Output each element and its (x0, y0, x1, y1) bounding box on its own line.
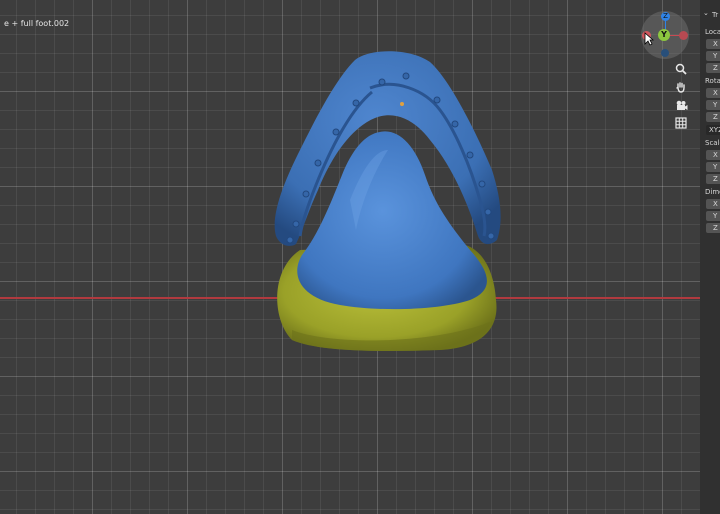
rotation-z-field[interactable]: Z (706, 112, 720, 122)
camera-icon[interactable] (673, 97, 689, 113)
3d-viewport[interactable]: e + full foot.002 (0, 0, 700, 514)
rotation-x-field[interactable]: X (706, 88, 720, 98)
dimensions-y-field[interactable]: Y (706, 211, 720, 221)
location-x-field[interactable]: X (706, 39, 720, 49)
scale-y-field[interactable]: Y (706, 162, 720, 172)
panel-title: Tr (712, 11, 719, 19)
negative-z-axis-icon[interactable] (661, 49, 669, 57)
scale-z-field[interactable]: Z (706, 174, 720, 184)
y-axis-icon[interactable]: Y (658, 29, 670, 41)
rotation-y-field[interactable]: Y (706, 100, 720, 110)
rotation-mode-dropdown[interactable]: XYZ (706, 125, 720, 135)
dimensions-x-field[interactable]: X (706, 199, 720, 209)
grid-icon[interactable] (673, 115, 689, 131)
3d-model[interactable] (0, 0, 700, 514)
zoom-icon[interactable] (673, 61, 689, 77)
z-axis-icon[interactable]: Z (661, 12, 670, 21)
x-axis-icon[interactable] (679, 31, 688, 40)
location-z-field[interactable]: Z (706, 63, 720, 73)
scale-x-field[interactable]: X (706, 150, 720, 160)
location-label: Locat (705, 28, 720, 36)
dimensions-label: Dime (705, 188, 720, 196)
scale-label: Scale (705, 139, 720, 147)
rotation-label: Rotat (705, 77, 720, 85)
dimensions-z-field[interactable]: Z (706, 223, 720, 233)
tip-marker (400, 102, 404, 106)
location-y-field[interactable]: Y (706, 51, 720, 61)
panel-collapse-chevron-icon[interactable]: ⌄ (703, 9, 709, 17)
cursor-icon (644, 32, 654, 46)
hand-pan-icon[interactable] (673, 79, 689, 95)
